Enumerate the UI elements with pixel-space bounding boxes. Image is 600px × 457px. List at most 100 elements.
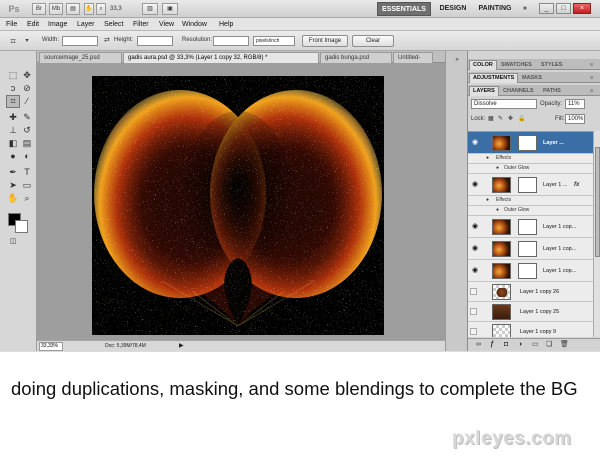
- layer-mask-thumbnail[interactable]: [518, 177, 537, 193]
- status-zoom-field[interactable]: 33,33%: [39, 342, 63, 351]
- layer-row[interactable]: Layer 1 copy 26: [468, 282, 593, 302]
- layer-mask-thumbnail[interactable]: [518, 263, 537, 279]
- menu-help[interactable]: Help: [219, 18, 233, 31]
- shape-tool-icon[interactable]: ▭: [20, 179, 34, 192]
- visibility-eye-icon[interactable]: ◉: [470, 180, 480, 190]
- gradient-tool-icon[interactable]: ▤: [20, 137, 34, 150]
- tab-layers[interactable]: LAYERS: [469, 86, 499, 96]
- delete-layer-trash-icon[interactable]: 🗑: [560, 340, 569, 350]
- layer-name[interactable]: Layer 1 cop...: [543, 222, 576, 232]
- quick-mask-icon[interactable]: ◫: [6, 235, 20, 248]
- blend-mode-select[interactable]: Dissolve: [471, 99, 537, 109]
- visibility-toggle[interactable]: [470, 328, 477, 335]
- layer-name[interactable]: Layer ...: [543, 138, 564, 148]
- more-workspaces-chevron-icon[interactable]: »: [519, 2, 531, 16]
- menu-select[interactable]: Select: [104, 18, 123, 31]
- zoom-tool-icon[interactable]: ⌕: [20, 192, 34, 205]
- layer-mask-thumbnail[interactable]: [518, 241, 537, 257]
- resolution-units-select[interactable]: pixels/inch: [253, 36, 295, 46]
- layer-mask-thumbnail[interactable]: [518, 135, 537, 151]
- link-layers-icon[interactable]: ∞: [476, 340, 481, 350]
- panel-menu-icon[interactable]: ≡: [587, 60, 596, 70]
- minimize-icon[interactable]: _: [539, 3, 554, 14]
- new-layer-icon[interactable]: ❏: [546, 340, 552, 350]
- tab-swatches[interactable]: SWATCHES: [498, 60, 535, 70]
- effects-eye-icon[interactable]: ●: [486, 196, 489, 205]
- effects-row[interactable]: ● Effects: [468, 196, 593, 206]
- tab-adjustments[interactable]: ADJUSTMENTS: [469, 73, 519, 83]
- layer-mask-thumbnail[interactable]: [518, 219, 537, 235]
- layer-row[interactable]: ◉ Layer 1 cop...: [468, 238, 593, 260]
- layer-row[interactable]: Layer 1 copy 25: [468, 302, 593, 322]
- fill-input[interactable]: 100%: [565, 114, 585, 124]
- blur-tool-icon[interactable]: ●: [6, 150, 20, 163]
- lock-image-icon[interactable]: ✎: [498, 114, 503, 124]
- zoom-level[interactable]: 33,3: [110, 3, 122, 15]
- crop-tool-icon[interactable]: ⌗: [6, 95, 20, 108]
- path-selection-tool-icon[interactable]: ➤: [6, 179, 20, 192]
- effects-row[interactable]: ● Effects: [468, 154, 593, 164]
- lasso-tool-icon[interactable]: ↄ: [6, 82, 20, 95]
- lock-all-icon[interactable]: 🔒: [518, 114, 525, 124]
- layer-row[interactable]: ◉ Layer 1 cop...: [468, 260, 593, 282]
- layer-row[interactable]: ◉ Layer ...: [468, 132, 593, 154]
- panel-menu-icon[interactable]: ≡: [587, 86, 596, 96]
- screen-mode-button[interactable]: ▣: [162, 3, 178, 15]
- outer-glow-row[interactable]: ● Outer Glow: [468, 206, 593, 216]
- layer-row[interactable]: Layer 1 copy 9: [468, 322, 593, 337]
- tab-paths[interactable]: PATHS: [540, 86, 564, 96]
- eyedropper-tool-icon[interactable]: ⁄: [20, 95, 34, 108]
- visibility-eye-icon[interactable]: ◉: [470, 222, 480, 232]
- type-tool-icon[interactable]: T: [20, 166, 34, 179]
- tab-color[interactable]: COLOR: [469, 60, 497, 70]
- menu-filter[interactable]: Filter: [133, 18, 149, 31]
- close-icon[interactable]: ×: [573, 3, 591, 14]
- tab-sourceimage[interactable]: sourceimage_25.psd: [39, 52, 122, 63]
- menu-view[interactable]: View: [159, 18, 174, 31]
- swap-dimensions-icon[interactable]: ⇄: [104, 35, 110, 46]
- tab-gadis-bunga[interactable]: gadis bunga.psd: [320, 52, 392, 63]
- visibility-eye-icon[interactable]: ◉: [470, 244, 480, 254]
- scrollbar-thumb[interactable]: [595, 147, 600, 257]
- panel-menu-icon[interactable]: ≡: [587, 73, 596, 83]
- lock-position-icon[interactable]: ✥: [508, 114, 513, 124]
- dodge-tool-icon[interactable]: ◐: [20, 150, 34, 163]
- layer-name[interactable]: Layer 1 cop...: [543, 266, 576, 276]
- tab-gadis-aura[interactable]: gadis aura.psd @ 33,3% (Layer 1 copy 32,…: [123, 52, 319, 63]
- clone-stamp-tool-icon[interactable]: ⊥: [6, 124, 20, 137]
- resolution-input[interactable]: [213, 36, 249, 46]
- preset-dropdown-chevron-icon[interactable]: ▾: [20, 35, 34, 48]
- outer-glow-row[interactable]: ● Outer Glow: [468, 164, 593, 174]
- outer-glow-eye-icon[interactable]: ●: [496, 206, 499, 215]
- add-mask-icon[interactable]: ◘: [504, 340, 508, 350]
- add-layer-style-fx-icon[interactable]: ƒ: [490, 340, 494, 350]
- healing-brush-tool-icon[interactable]: ✚: [6, 111, 20, 124]
- eraser-tool-icon[interactable]: ◧: [6, 137, 20, 150]
- maximize-icon[interactable]: □: [556, 3, 571, 14]
- bridge-button[interactable]: Br: [32, 3, 46, 15]
- layer-name[interactable]: Layer 1 copy 26: [520, 287, 559, 297]
- background-color-swatch[interactable]: [15, 220, 28, 233]
- front-image-button[interactable]: Front Image: [302, 35, 348, 47]
- tab-styles[interactable]: STYLES: [538, 60, 565, 70]
- workspace-essentials[interactable]: ESSENTIALS: [377, 2, 431, 16]
- layer-name[interactable]: Layer 1 copy 9: [520, 327, 556, 337]
- adjustment-layer-icon[interactable]: ◑: [518, 340, 522, 350]
- clear-button[interactable]: Clear: [352, 35, 394, 47]
- layer-effects-fx-icon[interactable]: fx: [574, 180, 579, 190]
- collapse-panels-icon[interactable]: »: [450, 54, 464, 67]
- lock-transparent-icon[interactable]: ▦: [488, 114, 494, 124]
- visibility-eye-icon[interactable]: ◉: [470, 138, 480, 148]
- outer-glow-eye-icon[interactable]: ●: [496, 164, 499, 173]
- effects-eye-icon[interactable]: ●: [486, 154, 489, 163]
- view-extras-button[interactable]: ▤: [66, 3, 80, 15]
- menu-edit[interactable]: Edit: [27, 18, 39, 31]
- brush-tool-icon[interactable]: ✎: [20, 111, 34, 124]
- tab-channels[interactable]: CHANNELS: [500, 86, 537, 96]
- workspace-design[interactable]: DESIGN: [435, 2, 471, 16]
- visibility-toggle[interactable]: [470, 308, 477, 315]
- layer-name[interactable]: Layer 1 copy 25: [520, 307, 559, 317]
- layer-row[interactable]: ◉ Layer 1 cop...: [468, 216, 593, 238]
- workspace-painting[interactable]: PAINTING: [474, 2, 516, 16]
- history-brush-tool-icon[interactable]: ↺: [20, 124, 34, 137]
